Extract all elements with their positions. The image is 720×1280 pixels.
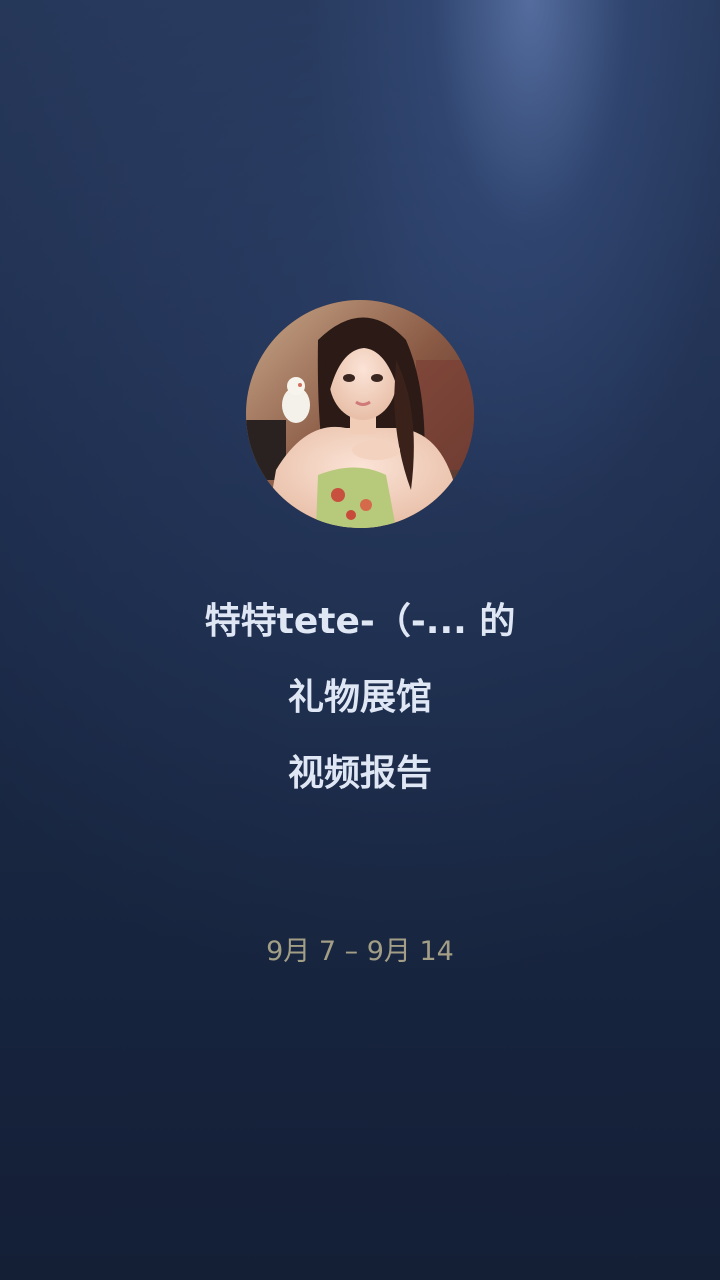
avatar [246,300,474,528]
title-line-gallery: 礼物展馆 [287,677,432,718]
title-line-report: 视频报告 [287,753,432,794]
avatar-photo [246,300,474,528]
report-title: 特特tete-（-... 的 礼物展馆 视频报告 [0,584,720,812]
title-line-username: 特特tete-（-... 的 [204,601,516,642]
date-range: 9月 7 – 9月 14 [266,936,454,967]
gift-gallery-report-screen: 特特tete-（-... 的 礼物展馆 视频报告 9月 7 – 9月 14 [0,0,720,1280]
